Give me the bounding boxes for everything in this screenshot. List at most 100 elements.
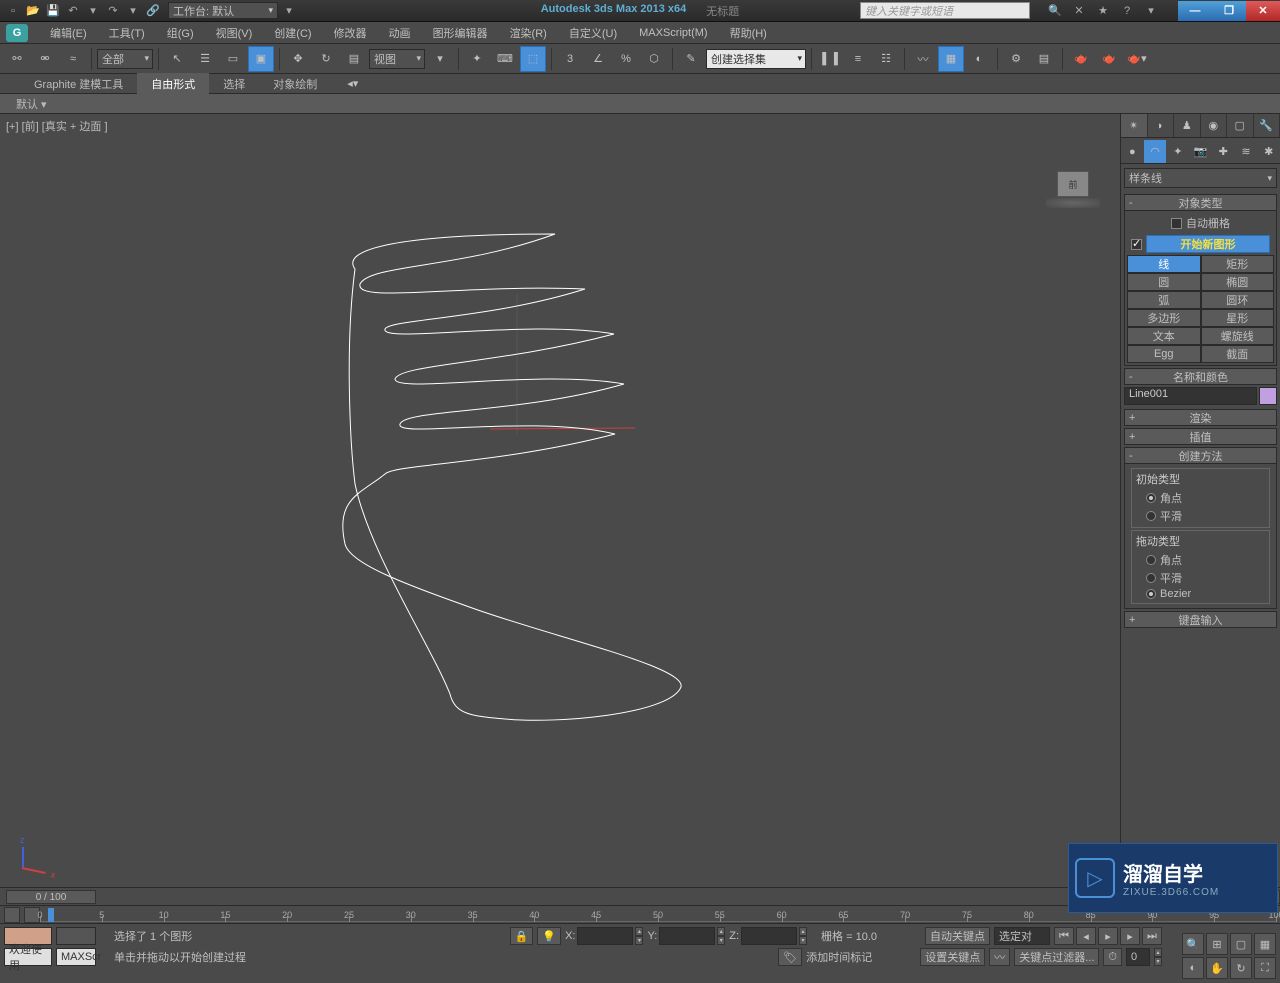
- favorite-icon[interactable]: ★: [1094, 3, 1112, 19]
- window-crossing-icon[interactable]: ▣: [248, 46, 274, 72]
- shape-button-圆[interactable]: 圆: [1127, 273, 1201, 291]
- cp-sub-lights-icon[interactable]: ✦: [1166, 140, 1189, 163]
- anim-play-icon[interactable]: ▸: [1098, 927, 1118, 945]
- menu-views[interactable]: 视图(V): [206, 23, 263, 43]
- lock-selection-icon[interactable]: 🔒: [510, 927, 534, 945]
- track-mini-curve-icon[interactable]: [4, 907, 20, 923]
- pivot-center-icon[interactable]: ▾: [427, 46, 453, 72]
- redo-flyout-icon[interactable]: ▾: [124, 3, 142, 19]
- key-mode-dropdown[interactable]: 选定对: [994, 927, 1050, 945]
- cp-sub-spacewarps-icon[interactable]: ≋: [1235, 140, 1258, 163]
- time-tag-icon[interactable]: 🏷: [778, 948, 802, 966]
- shape-button-星形[interactable]: 星形: [1201, 309, 1275, 327]
- key-filters-button[interactable]: 关键点过滤器...: [1014, 948, 1099, 966]
- shape-button-圆环[interactable]: 圆环: [1201, 291, 1275, 309]
- cp-sub-helpers-icon[interactable]: ✚: [1212, 140, 1235, 163]
- close-button[interactable]: ✕: [1246, 1, 1280, 21]
- menu-animation[interactable]: 动画: [379, 23, 421, 43]
- scale-tool-icon[interactable]: ▤: [341, 46, 367, 72]
- nav-maximize-icon[interactable]: ⛶: [1254, 957, 1276, 979]
- menu-edit[interactable]: 编辑(E): [40, 23, 97, 43]
- shape-button-截面[interactable]: 截面: [1201, 345, 1275, 363]
- ribbon-collapse-icon[interactable]: ◂▾: [341, 74, 364, 93]
- key-filters-icon[interactable]: 〰: [989, 948, 1010, 966]
- menu-rendering[interactable]: 渲染(R): [500, 23, 557, 43]
- nav-zoom-extents-icon[interactable]: ▢: [1230, 933, 1252, 955]
- shape-button-弧[interactable]: 弧: [1127, 291, 1201, 309]
- cp-subcategory-dropdown[interactable]: 样条线: [1124, 168, 1277, 188]
- nav-fov-icon[interactable]: ◐: [1182, 957, 1204, 979]
- nav-zoom-extents-all-icon[interactable]: ▦: [1254, 933, 1276, 955]
- anim-go-start-icon[interactable]: ⏮: [1054, 927, 1074, 945]
- bind-space-warp-icon[interactable]: ≈: [60, 46, 86, 72]
- render-setup-icon[interactable]: ⚙: [1003, 46, 1029, 72]
- ribbon-tab-freeform[interactable]: 自由形式: [137, 73, 209, 95]
- schematic-view-icon[interactable]: ▦: [938, 46, 964, 72]
- anim-go-end-icon[interactable]: ⏭: [1142, 927, 1162, 945]
- nav-orbit-icon[interactable]: ↻: [1230, 957, 1252, 979]
- rectangular-region-icon[interactable]: ▭: [220, 46, 246, 72]
- menu-maxscript[interactable]: MAXScript(M): [629, 25, 717, 41]
- render-prod-icon[interactable]: 🫖: [1068, 46, 1094, 72]
- menu-group[interactable]: 组(G): [157, 23, 204, 43]
- angle-snap-icon[interactable]: ∠: [585, 46, 611, 72]
- current-frame-input[interactable]: 0: [1126, 948, 1150, 966]
- exchange-icon[interactable]: ✕: [1070, 3, 1088, 19]
- maximize-button[interactable]: ❐: [1212, 1, 1246, 21]
- ribbon-tab-graphite[interactable]: Graphite 建模工具: [20, 73, 137, 95]
- auto-grid-checkbox[interactable]: [1171, 218, 1182, 229]
- snap-3d-icon[interactable]: 3: [557, 46, 583, 72]
- ref-coord-dropdown[interactable]: 视图: [369, 49, 425, 69]
- render-active-icon[interactable]: 🫖▾: [1124, 46, 1150, 72]
- cp-tab-display-icon[interactable]: ▢: [1227, 114, 1254, 137]
- percent-snap-icon[interactable]: %: [613, 46, 639, 72]
- coord-y-input[interactable]: [659, 927, 715, 945]
- help-flyout-icon[interactable]: ▾: [1142, 3, 1160, 19]
- open-file-icon[interactable]: 📂: [24, 3, 42, 19]
- unlink-tool-icon[interactable]: ⚮: [32, 46, 58, 72]
- render-frame-icon[interactable]: ▤: [1031, 46, 1057, 72]
- search-go-icon[interactable]: 🔍: [1046, 3, 1064, 19]
- selection-filter-dropdown[interactable]: 全部: [97, 49, 153, 69]
- named-selection-edit-icon[interactable]: ✎: [678, 46, 704, 72]
- anim-prev-frame-icon[interactable]: ◂: [1076, 927, 1096, 945]
- cp-sub-geometry-icon[interactable]: ●: [1121, 140, 1144, 163]
- menu-graph-editors[interactable]: 图形编辑器: [423, 23, 498, 43]
- anim-next-frame-icon[interactable]: ▸: [1120, 927, 1140, 945]
- shape-button-多边形[interactable]: 多边形: [1127, 309, 1201, 327]
- set-key-button[interactable]: 设置关键点: [920, 948, 985, 966]
- coord-z-input[interactable]: [741, 927, 797, 945]
- ribbon-tab-selection[interactable]: 选择: [209, 73, 259, 95]
- undo-icon[interactable]: ↶: [64, 3, 82, 19]
- track-frame-marker[interactable]: [48, 908, 54, 922]
- minimize-button[interactable]: —: [1178, 1, 1212, 21]
- snap-toggle-icon[interactable]: ⬚: [520, 46, 546, 72]
- cp-sub-cameras-icon[interactable]: 📷: [1189, 140, 1212, 163]
- menu-customize[interactable]: 自定义(U): [559, 23, 627, 43]
- maxscript-mini-listener[interactable]: [56, 927, 96, 945]
- initial-smooth-radio[interactable]: [1146, 511, 1156, 521]
- shape-button-Egg[interactable]: Egg: [1127, 345, 1201, 363]
- shape-button-椭圆[interactable]: 椭圆: [1201, 273, 1275, 291]
- mirror-icon[interactable]: ▌▐: [817, 46, 843, 72]
- align-icon[interactable]: ≡: [845, 46, 871, 72]
- shape-button-线[interactable]: 线: [1127, 255, 1201, 273]
- nav-zoom-icon[interactable]: 🔍: [1182, 933, 1204, 955]
- rollout-rendering-header[interactable]: +渲染: [1124, 409, 1277, 426]
- rollout-keyboard-entry-header[interactable]: +键盘输入: [1124, 611, 1277, 628]
- viewport[interactable]: [+] [前] [真实 + 边面 ] 前: [0, 114, 1120, 887]
- shape-button-文本[interactable]: 文本: [1127, 327, 1201, 345]
- rollout-object-type-header[interactable]: -对象类型: [1124, 194, 1277, 211]
- nav-zoom-all-icon[interactable]: ⊞: [1206, 933, 1228, 955]
- cp-sub-systems-icon[interactable]: ✱: [1257, 140, 1280, 163]
- workspace-flyout-icon[interactable]: ▾: [280, 3, 298, 19]
- shape-button-螺旋线[interactable]: 螺旋线: [1201, 327, 1275, 345]
- ribbon-tab-object-paint[interactable]: 对象绘制: [259, 73, 331, 95]
- object-name-input[interactable]: Line001: [1124, 387, 1257, 405]
- isolate-icon[interactable]: 💡: [537, 927, 561, 945]
- ribbon-default-button[interactable]: 默认 ▾: [8, 94, 55, 114]
- rollout-creation-method-header[interactable]: -创建方法: [1124, 447, 1277, 464]
- menu-tools[interactable]: 工具(T): [99, 23, 155, 43]
- material-editor-icon[interactable]: ◐: [966, 46, 992, 72]
- rotate-tool-icon[interactable]: ↻: [313, 46, 339, 72]
